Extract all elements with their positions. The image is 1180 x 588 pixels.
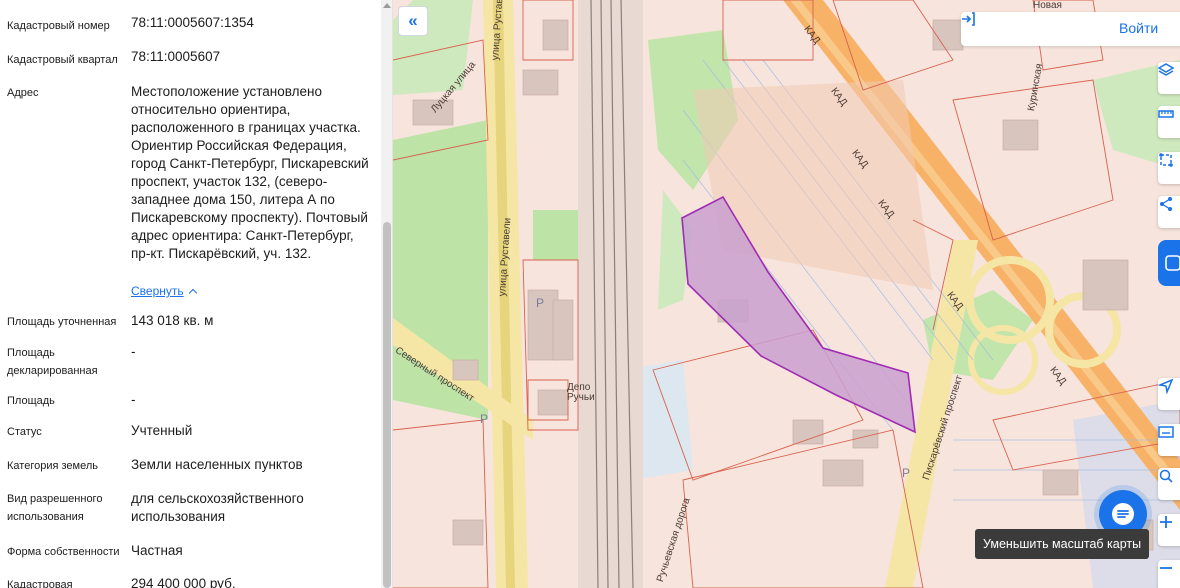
ruler-icon — [1158, 110, 1174, 118]
field-value: для сельскохозяйственного использования — [131, 491, 304, 524]
layers-icon — [1158, 63, 1174, 76]
field-value: Учтенный — [131, 423, 193, 438]
login-icon — [962, 12, 975, 26]
field-label: Площадь — [7, 395, 55, 407]
field-value: 143 018 кв. м — [131, 313, 214, 328]
layers-button[interactable] — [1158, 62, 1180, 94]
field-label: Площадь декларированная — [7, 347, 98, 377]
field-label: Вид разрешенного использования — [7, 493, 103, 523]
zoom-in-button[interactable] — [1158, 514, 1180, 546]
field-value: Частная — [131, 543, 183, 558]
field-label: Кадастровая — [7, 579, 73, 588]
share-icon — [1160, 197, 1172, 211]
zoom-out-icon — [1160, 567, 1172, 569]
document-icon — [1165, 255, 1180, 271]
map-canvas[interactable] — [393, 0, 1180, 588]
field-label: Кадастровый квартал — [7, 54, 118, 66]
field-value[interactable]: 78:11:0005607 — [131, 48, 371, 66]
zoom-out-button[interactable] — [1158, 560, 1180, 588]
info-panel: Кадастровый номер 78:11:0005607:1354 Кад… — [0, 0, 393, 588]
login-label: Войти — [1119, 20, 1159, 36]
field-value: Земли населенных пунктов — [131, 457, 303, 472]
collapse-label: Свернуть — [131, 284, 184, 298]
field-label: Адрес — [7, 87, 39, 99]
chat-icon — [1112, 503, 1134, 525]
panel-scrollbar[interactable] — [381, 0, 392, 588]
field-label: Статус — [7, 426, 42, 438]
print-icon — [1158, 426, 1174, 438]
parking-icon: P — [902, 466, 911, 480]
field-label: Категория земель — [7, 460, 98, 472]
ruler-button[interactable] — [1158, 106, 1180, 138]
select-area-button[interactable] — [1158, 152, 1180, 184]
geolocation-icon — [1158, 378, 1174, 394]
field-value[interactable]: 78:11:0005607:1354 — [131, 14, 371, 32]
field-label: Форма собственности — [7, 546, 120, 558]
scroll-up-arrow-icon[interactable] — [383, 3, 391, 8]
extra-tool-button[interactable] — [1158, 240, 1180, 286]
field-value: Местоположение установлено относительно … — [131, 84, 369, 261]
select-area-icon — [1159, 153, 1173, 167]
print-button[interactable] — [1158, 424, 1180, 456]
share-button[interactable] — [1158, 196, 1180, 228]
station-label: Ручьи — [567, 392, 595, 403]
geolocation-button[interactable] — [1158, 378, 1180, 410]
field-label: Кадастровый номер — [7, 20, 110, 32]
collapse-panel-button[interactable]: « — [398, 6, 428, 36]
field-label: Площадь уточненная — [7, 316, 117, 328]
scroll-thumb[interactable] — [383, 222, 391, 588]
field-value: - — [131, 392, 136, 407]
street-label: Новая — [1033, 0, 1062, 11]
zoom-in-icon — [1160, 516, 1172, 528]
collapse-link[interactable]: Свернуть — [131, 284, 197, 298]
search-location-icon — [1159, 469, 1173, 483]
login-button[interactable]: Войти — [961, 12, 1180, 46]
chevron-up-icon — [188, 288, 197, 298]
map-view[interactable]: улица Руставели улица Руставели Северный… — [393, 0, 1180, 588]
zoom-out-tooltip: Уменьшить масштаб карты — [975, 529, 1150, 559]
parking-icon: P — [480, 412, 489, 426]
parking-icon: P — [536, 296, 545, 310]
field-value: 294 400 000 руб. — [131, 576, 236, 588]
field-value: - — [131, 344, 136, 359]
search-location-button[interactable] — [1158, 468, 1180, 500]
